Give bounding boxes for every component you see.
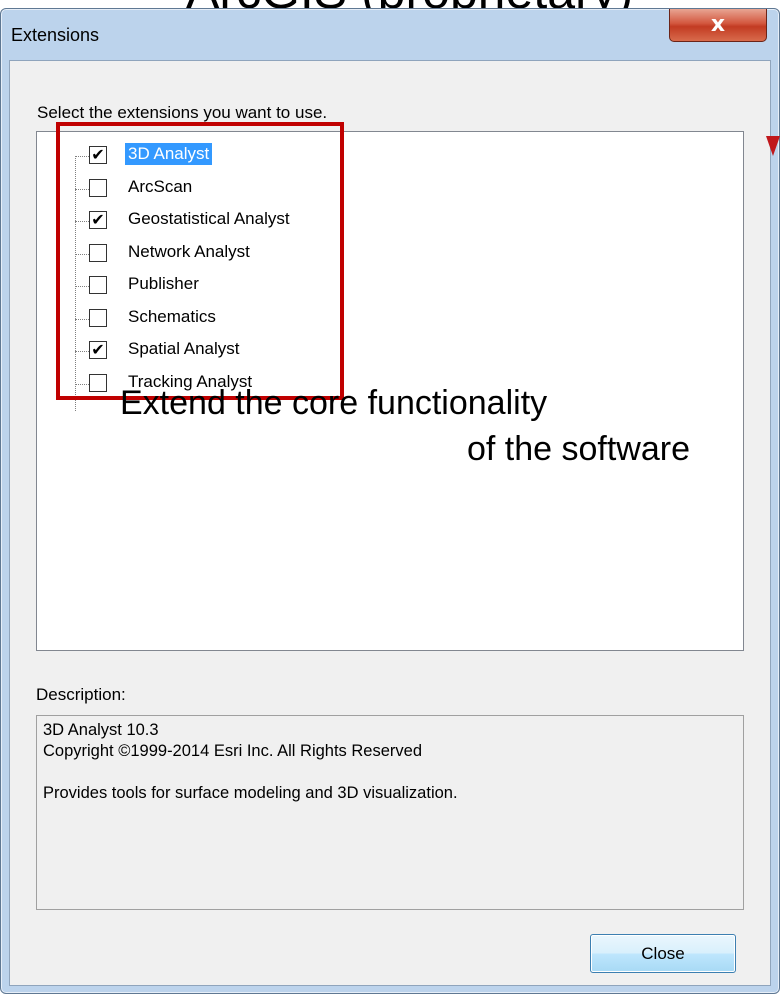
red-arrow-icon — [766, 136, 780, 156]
extensions-dialog: Extensions x Select the extensions you w… — [0, 8, 780, 994]
tree-connector — [75, 221, 89, 222]
annotation-text: Extend the core functionality of the sof… — [120, 380, 690, 472]
tree-connector — [75, 383, 89, 385]
extension-checkbox[interactable]: ✔ — [89, 146, 107, 164]
title-bar[interactable]: Extensions x — [1, 9, 779, 59]
select-extensions-label: Select the extensions you want to use. — [37, 103, 328, 122]
extension-item[interactable]: ✔ 3D Analyst — [37, 140, 743, 173]
description-label: Description: — [36, 685, 126, 704]
extension-checkbox[interactable] — [89, 308, 107, 327]
tree-connector — [75, 286, 89, 287]
extension-label: Publisher — [128, 274, 199, 293]
annotation-line-1: Extend the core functionality — [120, 384, 548, 422]
extension-label: Schematics — [128, 306, 216, 326]
description-line: Provides tools for surface modeling and … — [43, 784, 458, 802]
extension-label: Spatial Analyst — [128, 339, 240, 358]
extension-checkbox[interactable] — [89, 178, 107, 197]
extension-item[interactable]: Schematics — [37, 303, 743, 336]
annotation-line-2: of the software — [466, 430, 690, 468]
extension-checkbox[interactable]: ✔ — [89, 341, 107, 359]
tree-connector — [75, 156, 89, 157]
window-title: Extensions — [11, 25, 100, 45]
description-line: 3D Analyst 10.3 — [43, 721, 159, 739]
extension-item[interactable]: ✔ Spatial Analyst — [37, 335, 743, 368]
tree-connector — [75, 318, 89, 320]
extension-item[interactable]: ✔ Geostatistical Analyst — [37, 205, 743, 238]
extension-item[interactable]: Network Analyst — [37, 238, 743, 271]
extension-label: Network Analyst — [128, 241, 250, 261]
extension-label: ArcScan — [128, 176, 193, 196]
tree-connector — [75, 253, 89, 255]
extension-item[interactable]: Publisher — [37, 270, 743, 303]
extension-checkbox[interactable] — [89, 243, 107, 262]
tree-connector — [75, 351, 89, 352]
close-button[interactable]: Close — [590, 934, 736, 973]
extension-checkbox[interactable]: ✔ — [89, 211, 107, 229]
description-line — [43, 762, 737, 783]
tree-connector — [75, 188, 89, 190]
extension-label: Geostatistical Analyst — [128, 209, 290, 228]
description-box: 3D Analyst 10.3 Copyright ©1999-2014 Esri… — [36, 715, 744, 910]
extension-label: 3D Analyst — [125, 143, 213, 165]
extension-item[interactable]: ArcScan — [37, 173, 743, 206]
description-line: Copyright ©1999-2014 Esri Inc. All Right… — [43, 742, 423, 760]
window-close-button[interactable]: x — [669, 9, 767, 42]
extension-checkbox[interactable] — [89, 373, 107, 392]
dialog-body: Select the extensions you want to use. ✔… — [9, 60, 771, 986]
extensions-list: ✔ 3D Analyst ArcScan ✔ Geostatistical Analys… — [37, 140, 743, 400]
extension-checkbox[interactable] — [89, 276, 107, 294]
